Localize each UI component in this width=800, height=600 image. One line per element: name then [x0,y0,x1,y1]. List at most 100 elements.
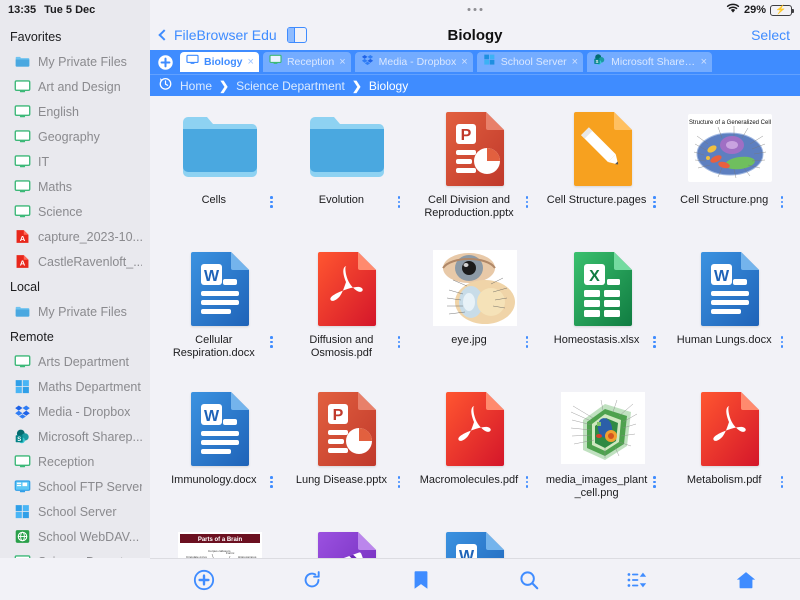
tab-microsoft-sharepoint[interactable]: S Microsoft Sharepoint × [587,52,713,72]
sidebar-toggle-icon[interactable] [286,27,307,43]
file-item[interactable]: Parts of a Brain Cingulate gyrus Corpus ca… [156,520,284,558]
file-menu-button[interactable] [266,474,278,488]
close-icon[interactable]: × [339,56,345,68]
back-button[interactable]: FileBrowser Edu [158,27,277,43]
add-button[interactable] [150,559,258,600]
file-item[interactable]: eye.jpg [411,240,539,380]
search-button[interactable] [475,559,583,600]
file-name: Cells [201,194,227,206]
sort-button[interactable] [583,559,691,600]
file-menu-button[interactable] [393,194,405,208]
file-menu-button[interactable] [521,474,533,488]
file-item[interactable]: Macromolecules.pdf [411,380,539,520]
file-menu-button[interactable] [776,194,788,208]
file-menu-button[interactable] [776,474,788,488]
sidebar-item-school-ftp-server[interactable]: School FTP Server [0,474,150,499]
file-item[interactable]: media_images_plant _cell.png [539,380,667,520]
sidebar-item-label: English [38,104,79,119]
tab-label: Reception [286,56,335,68]
home-button[interactable] [692,559,800,600]
file-item[interactable]: Metabolism.pdf [666,380,794,520]
file-menu-button[interactable] [521,194,533,208]
close-icon[interactable]: × [572,56,578,68]
file-item[interactable]: Cells [156,100,284,240]
close-icon[interactable]: × [701,56,707,68]
breadcrumb-item-science-department[interactable]: Science Department [236,79,345,93]
sidebar[interactable]: Favorites My Private Files Art and Desig… [0,20,150,558]
sidebar-item-school-webdav[interactable]: School WebDAV... [0,524,150,549]
file-item[interactable]: W [411,520,539,558]
add-tab-icon[interactable] [154,52,176,72]
sidebar-item-media-dropbox[interactable]: Media - Dropbox [0,399,150,424]
close-icon[interactable]: × [461,56,467,68]
file-item[interactable]: Diffusion and Osmosis.pdf [284,240,412,380]
breadcrumb-item-biology[interactable]: Biology [369,79,408,93]
tab-label: School Server [500,56,567,68]
file-item[interactable]: Structure of a Generalized Cell Cell Str… [666,100,794,240]
file-item[interactable]: W Immunology.docx [156,380,284,520]
file-menu-button[interactable] [776,334,788,348]
file-name: Metabolism.pdf [686,474,762,486]
sidebar-item-reception[interactable]: Reception [0,449,150,474]
file-menu-button[interactable] [648,334,660,348]
file-menu-button[interactable] [648,194,660,208]
refresh-button[interactable] [258,559,366,600]
tab-school-server[interactable]: School Server × [476,52,584,72]
sidebar-item-geography[interactable]: Geography [0,124,150,149]
file-menu-button[interactable] [521,334,533,348]
sidebar-item-my-private-files[interactable]: My Private Files [0,49,150,74]
sidebar-item-it[interactable]: IT [0,149,150,174]
sharepoint-icon: S [593,53,606,71]
sidebar-item-label: Maths [38,179,73,194]
file-menu-button[interactable] [266,194,278,208]
sidebar-item-local-my-private-files[interactable]: My Private Files [0,299,150,324]
file-item[interactable]: P Cell Division and Reproduction.pptx [411,100,539,240]
multitask-dots-icon[interactable] [467,8,483,11]
file-item[interactable]: W Cellular Respiration.docx [156,240,284,380]
bookmark-button[interactable] [367,559,475,600]
sidebar-item-art-and-design[interactable]: Art and Design [0,74,150,99]
svg-text:W: W [714,268,730,285]
ftp-icon [14,478,31,495]
breadcrumb-item-home[interactable]: Home [180,79,212,93]
file-item[interactable]: P Lung Disease.pptx [284,380,412,520]
image-thumbnail [560,386,645,470]
battery-icon: ⚡ [770,4,794,16]
file-menu-button[interactable] [393,334,405,348]
close-icon[interactable]: × [248,56,254,68]
sidebar-item-capture-pdf[interactable]: A capture_2023-10... [0,224,150,249]
sidebar-item-microsoft-sharepoint[interactable]: S Microsoft Sharep... [0,424,150,449]
file-item[interactable]: X Homeostasis.xlsx [539,240,667,380]
sidebar-item-arts-department[interactable]: Arts Department [0,349,150,374]
file-item[interactable]: Cell Structure.pages [539,100,667,240]
file-menu-button[interactable] [648,474,660,488]
file-grid-scroll[interactable]: Cells Evolution P Cell Division and Repr… [150,96,800,558]
file-item-placeholder [539,520,667,558]
tab-biology[interactable]: Biology × [180,52,259,72]
file-item[interactable] [284,520,412,558]
tab-media-dropbox[interactable]: Media - Dropbox × [354,52,473,72]
breadcrumb: Home ❯ Science Department ❯ Biology [150,74,800,96]
folder-icon [14,303,31,320]
file-item[interactable]: Evolution [284,100,412,240]
file-menu-button[interactable] [393,474,405,488]
sidebar-item-castleravenloft-pdf[interactable]: A CastleRavenloft_... [0,249,150,274]
svg-text:W: W [204,408,220,425]
tab-reception[interactable]: Reception × [262,52,351,72]
sidebar-item-label: Reception [38,454,95,469]
sidebar-item-science[interactable]: Science [0,199,150,224]
sidebar-item-label: Maths Department [38,379,141,394]
sidebar-item-maths[interactable]: Maths [0,174,150,199]
image-thumbnail: Structure of a Generalized Cell [688,106,773,190]
sidebar-item-science-department[interactable]: Science Departm... [0,549,150,558]
sidebar-item-school-server[interactable]: School Server [0,499,150,524]
sidebar-section-favorites: Favorites My Private Files Art and Desig… [0,24,150,274]
sidebar-item-english[interactable]: English [0,99,150,124]
tab-bar: Biology × Reception × Media - Dropbox × … [150,50,800,74]
sidebar-item-maths-department[interactable]: Maths Department [0,374,150,399]
history-clock-icon[interactable] [158,76,173,96]
file-item[interactable]: W Human Lungs.docx [666,240,794,380]
svg-text:A: A [20,234,26,243]
file-menu-button[interactable] [266,334,278,348]
select-button[interactable]: Select [751,27,790,43]
